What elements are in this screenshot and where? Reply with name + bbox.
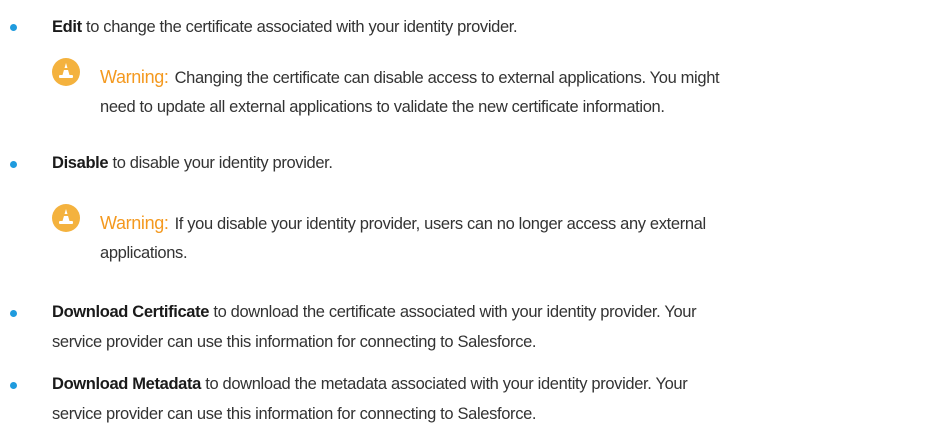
action-name-download-metadata: Download Metadata [52,375,201,393]
warning-title: Warning: [100,213,169,233]
warning-title: Warning: [100,67,169,87]
action-name-edit: Edit [52,18,82,36]
warning-cone-icon [52,204,80,232]
warning-cone-icon [52,58,80,86]
action-description: to change the certificate associated wit… [81,18,518,36]
bullet [10,161,17,168]
action-description: to download the metadata associated with… [200,375,688,393]
action-name-disable: Disable [52,154,109,172]
document: Edit to change the certificate associate… [0,0,952,438]
bullet [10,24,17,31]
list-item-text: Download Metadata to download the metada… [52,369,948,399]
bullet [10,310,17,317]
list-item-text: Download Certificate to download the cer… [52,297,948,327]
list-item-text-line-2: service provider can use this informatio… [52,405,537,423]
action-description: to download the certificate associated w… [209,303,697,321]
warning-line-1: Warning: If you disable your identity pro… [100,213,706,233]
warning-line-2: applications. [100,244,188,262]
action-description: to disable your identity provider. [108,154,333,172]
list-item-text: Disable to disable your identity provide… [52,148,948,178]
list-item-text: Edit to change the certificate associate… [52,12,948,42]
warning-line-1: Warning: Changing the certificate can dis… [100,67,720,87]
action-name-download-certificate: Download Certificate [52,303,210,321]
warning-line-2: need to update all external applications… [100,98,665,116]
bullet [10,382,17,389]
list-item-text-line-2: service provider can use this informatio… [52,333,537,351]
